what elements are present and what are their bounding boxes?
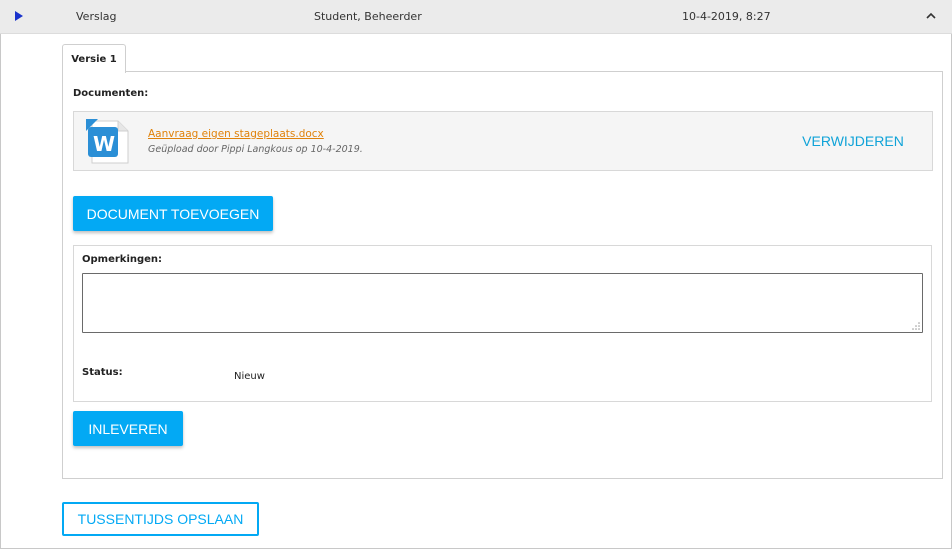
remarks-heading: Opmerkingen: xyxy=(82,254,163,265)
status-label: Status: xyxy=(82,367,123,378)
document-upload-info: Geüpload door Pippi Langkous op 10-4-201… xyxy=(148,144,363,155)
chevron-up-icon[interactable] xyxy=(924,9,938,23)
assignment-header[interactable]: Verslag Student, Beheerder 10-4-2019, 8:… xyxy=(0,0,952,34)
remarks-textarea[interactable] xyxy=(82,273,923,333)
status-value: Nieuw xyxy=(234,371,265,382)
save-draft-button[interactable]: TUSSENTIJDS OPSLAAN xyxy=(62,502,259,536)
tab-version-1[interactable]: Versie 1 xyxy=(62,44,126,73)
svg-text:W: W xyxy=(93,132,115,156)
remove-document-button[interactable]: VERWIJDEREN xyxy=(790,131,916,151)
resize-handle-icon[interactable] xyxy=(912,322,920,330)
submit-button[interactable]: INLEVEREN xyxy=(73,411,183,446)
add-document-button[interactable]: DOCUMENT TOEVOEGEN xyxy=(73,196,273,231)
document-link[interactable]: Aanvraag eigen stageplaats.docx xyxy=(148,128,324,140)
tab-label: Versie 1 xyxy=(71,53,117,65)
word-document-icon: W xyxy=(86,119,129,164)
roles-text: Student, Beheerder xyxy=(314,10,422,23)
documents-heading: Documenten: xyxy=(73,88,149,99)
play-triangle-icon[interactable] xyxy=(15,11,23,21)
datetime-text: 10-4-2019, 8:27 xyxy=(682,10,771,23)
item-name: Verslag xyxy=(76,10,117,23)
